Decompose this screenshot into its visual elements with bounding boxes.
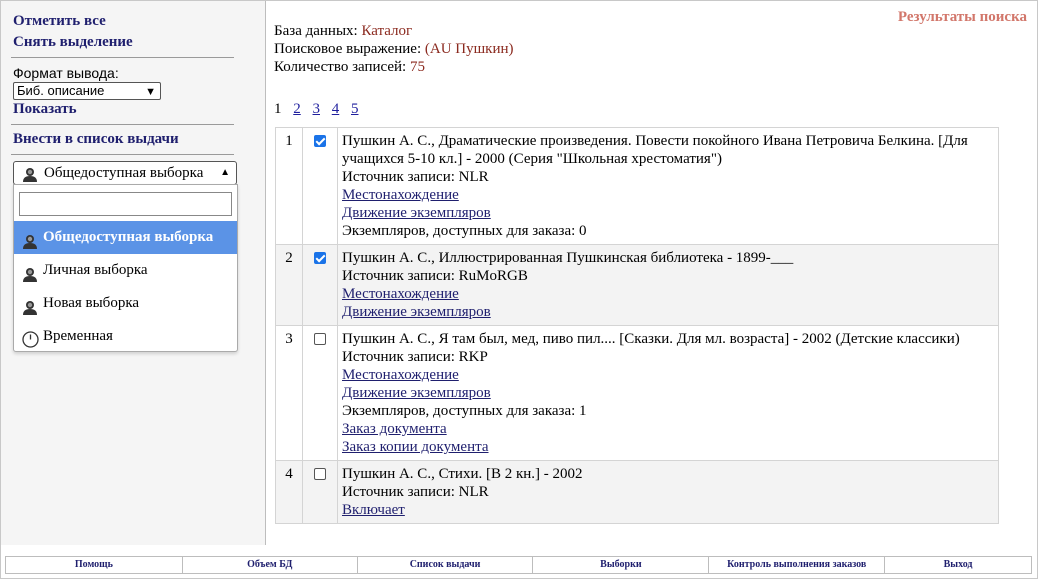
db-info: База данных: Каталог [274,23,412,40]
record-checkbox-cell [302,460,338,524]
db-label: База данных: [274,23,358,39]
format-select[interactable]: Биб. описание ▼ [13,82,161,100]
count-info: Количество записей: 75 [274,59,425,76]
db-value: Каталог [361,23,413,39]
selection-option-public[interactable]: Общедоступная выборка [14,221,237,254]
record-order-link[interactable]: Заказ копии документа [342,438,994,456]
record-link[interactable]: Движение экземпляров [342,204,994,222]
record-title: Пушкин А. С., Стихи. [В 2 кн.] - 2002 [342,466,583,482]
record-source: Источник записи: NLR [342,169,489,185]
divider [11,154,234,155]
add-to-list-link[interactable]: Внести в список выдачи [13,131,179,148]
count-label: Количество записей: [274,59,407,75]
table-row: 4 Пушкин А. С., Стихи. [В 2 кн.] - 2002 Ис… [275,460,999,524]
record-details: Пушкин А. С., Стихи. [В 2 кн.] - 2002 Ист… [337,460,999,524]
count-value: 75 [409,59,425,75]
footer-help-link[interactable]: Помощь [5,557,183,573]
record-order-link[interactable]: Заказ документа [342,420,994,438]
record-checkbox[interactable] [314,252,326,264]
footer-selections-link[interactable]: Выборки [533,557,710,573]
current-page: 1 [274,101,282,117]
divider [11,124,234,125]
selection-option-temporary[interactable]: Временная [14,320,237,353]
show-link[interactable]: Показать [13,101,77,118]
record-checkbox-cell [302,244,338,326]
selection-option-label: Новая выборка [43,295,140,311]
query-info: Поисковое выражение: (AU Пушкин) [274,41,514,58]
record-link[interactable]: Местонахождение [342,285,994,303]
selection-option-label: Общедоступная выборка [43,229,214,245]
record-checkbox-cell [302,127,338,245]
format-label: Формат вывода: [13,65,119,81]
page-link[interactable]: 2 [293,101,301,117]
record-details: Пушкин А. С., Драматические произведения… [337,127,999,245]
table-row: 3 Пушкин А. С., Я там был, мед, пиво пил.… [275,325,999,461]
record-link[interactable]: Движение экземпляров [342,303,994,321]
record-available: Экземпляров, доступных для заказа: 0 [342,223,587,239]
footer-exit-link[interactable]: Выход [885,557,1032,573]
selection-current: Общедоступная выборка [44,165,204,181]
selection-option-label: Временная [43,328,113,344]
results-title: Результаты поиска [897,9,1027,25]
record-checkbox[interactable] [314,333,326,345]
caret-up-icon: ▲ [220,167,230,178]
record-link[interactable]: Включает [342,501,994,519]
table-row: 2 Пушкин А. С., Иллюстрированная Пушкинск… [275,244,999,326]
record-link[interactable]: Движение экземпляров [342,384,994,402]
record-source: Источник записи: RKP [342,349,488,365]
table-row: 1 Пушкин А. С., Драматические произведени… [275,127,999,245]
record-title: Пушкин А. С., Драматические произведения… [342,133,968,167]
record-number: 2 [275,244,303,326]
main-content: Результаты поиска База данных: Каталог П… [266,1,1036,545]
clock-icon [22,328,39,361]
record-title: Пушкин А. С., Иллюстрированная Пушкинска… [342,250,794,266]
footer-db-size-link[interactable]: Объем БД [183,557,358,573]
selection-option-label: Личная выборка [43,262,148,278]
chevron-down-icon: ▼ [145,86,156,98]
query-label: Поисковое выражение: [274,41,422,57]
query-value: (AU Пушкин) [424,41,514,57]
selection-dropdown[interactable]: Общедоступная выборка ▲ [13,161,237,185]
record-source: Источник записи: NLR [342,484,489,500]
pagination: 1 2 3 4 5 [274,101,367,118]
record-source: Источник записи: RuMoRGB [342,268,528,284]
page-link[interactable]: 3 [313,101,321,117]
record-checkbox[interactable] [314,468,326,480]
deselect-link[interactable]: Снять выделение [13,34,133,51]
record-details: Пушкин А. С., Я там был, мед, пиво пил..… [337,325,999,461]
record-number: 3 [275,325,303,461]
left-panel: Отметить все Снять выделение Формат выво… [1,1,266,545]
record-available: Экземпляров, доступных для заказа: 1 [342,403,587,419]
results-table: 1 Пушкин А. С., Драматические произведени… [275,127,999,524]
page-link[interactable]: 4 [332,101,340,117]
select-all-link[interactable]: Отметить все [13,13,106,30]
page-link[interactable]: 5 [351,101,359,117]
record-number: 1 [275,127,303,245]
record-title: Пушкин А. С., Я там был, мед, пиво пил..… [342,331,960,347]
selection-dropdown-panel: Общедоступная выборка Личная выборка Нов… [13,184,238,352]
record-checkbox[interactable] [314,135,326,147]
footer-nav: Помощь Объем БД Список выдачи Выборки Ко… [5,556,1032,574]
record-number: 4 [275,460,303,524]
selection-option-new[interactable]: Новая выборка [14,287,237,320]
footer-issue-list-link[interactable]: Список выдачи [358,557,534,573]
record-link[interactable]: Местонахождение [342,186,994,204]
divider [11,57,234,58]
selection-option-personal[interactable]: Личная выборка [14,254,237,287]
format-select-value: Биб. описание [17,83,105,98]
footer-orders-link[interactable]: Контроль выполнения заказов [709,557,886,573]
record-details: Пушкин А. С., Иллюстрированная Пушкинска… [337,244,999,326]
record-checkbox-cell [302,325,338,461]
record-link[interactable]: Местонахождение [342,366,994,384]
selection-search-input[interactable] [19,192,232,216]
